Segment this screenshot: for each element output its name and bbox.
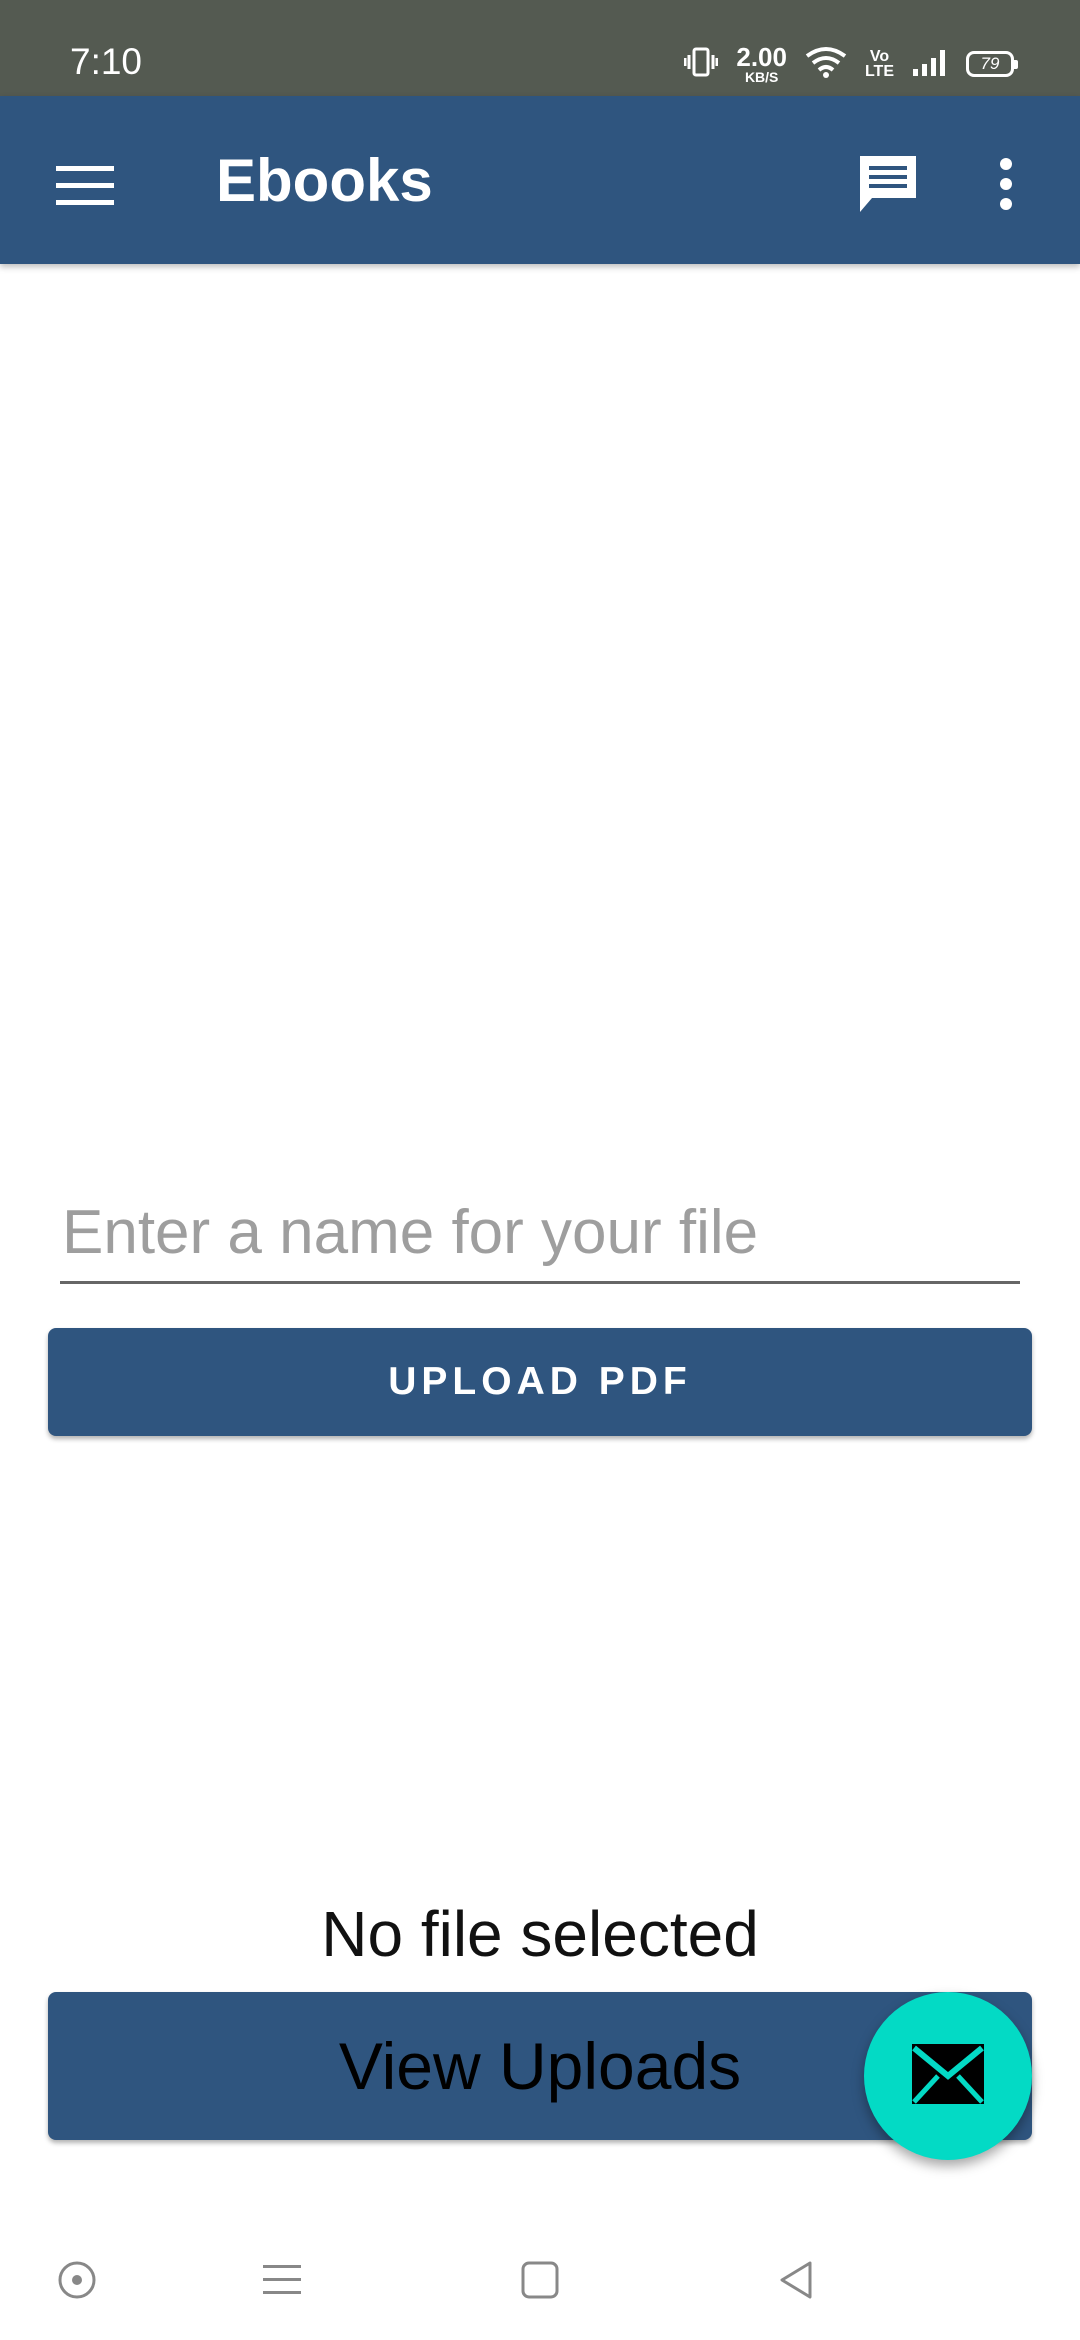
net-speed: 2.00 KB/S [736,44,787,84]
app-bar: Ebooks [0,96,1080,264]
system-nav-bar [0,2210,1080,2340]
back-icon [780,2261,812,2299]
menu-button[interactable] [40,140,128,228]
back-button[interactable] [756,2240,836,2320]
more-vert-icon [1000,158,1012,210]
status-bar: 7:10 2.00 KB/S Vo LTE 79 [0,0,1080,96]
assistant-button[interactable] [37,2240,117,2320]
volte-line1: Vo [869,48,890,65]
signal-icon [912,47,948,82]
net-speed-value: 2.00 [736,42,787,72]
more-options-button[interactable] [990,140,1038,228]
volte-line2: LTE [864,63,894,80]
mail-icon [912,2044,984,2104]
assistant-icon [58,2261,96,2299]
chat-icon [860,156,916,212]
volte-indicator: Vo LTE [864,48,894,80]
file-name-input[interactable] [60,1192,1020,1284]
upload-pdf-button[interactable]: UPLOAD PDF [48,1328,1032,1436]
mail-fab[interactable] [864,1992,1032,2160]
status-icons: 2.00 KB/S Vo LTE 79 [683,42,1018,86]
menu-icon [56,166,114,205]
status-time: 7:10 [70,41,143,82]
recents-button[interactable] [242,2240,322,2320]
wifi-icon [805,46,847,83]
home-icon [521,2261,559,2299]
net-speed-unit: KB/S [744,69,779,85]
app-title: Ebooks [216,147,433,214]
home-button[interactable] [500,2240,580,2320]
recents-icon [263,2265,301,2294]
chat-button[interactable] [844,140,932,228]
battery-icon: 79 [966,51,1018,77]
file-status-text: No file selected [321,1898,759,1970]
vibrate-icon [683,46,719,83]
